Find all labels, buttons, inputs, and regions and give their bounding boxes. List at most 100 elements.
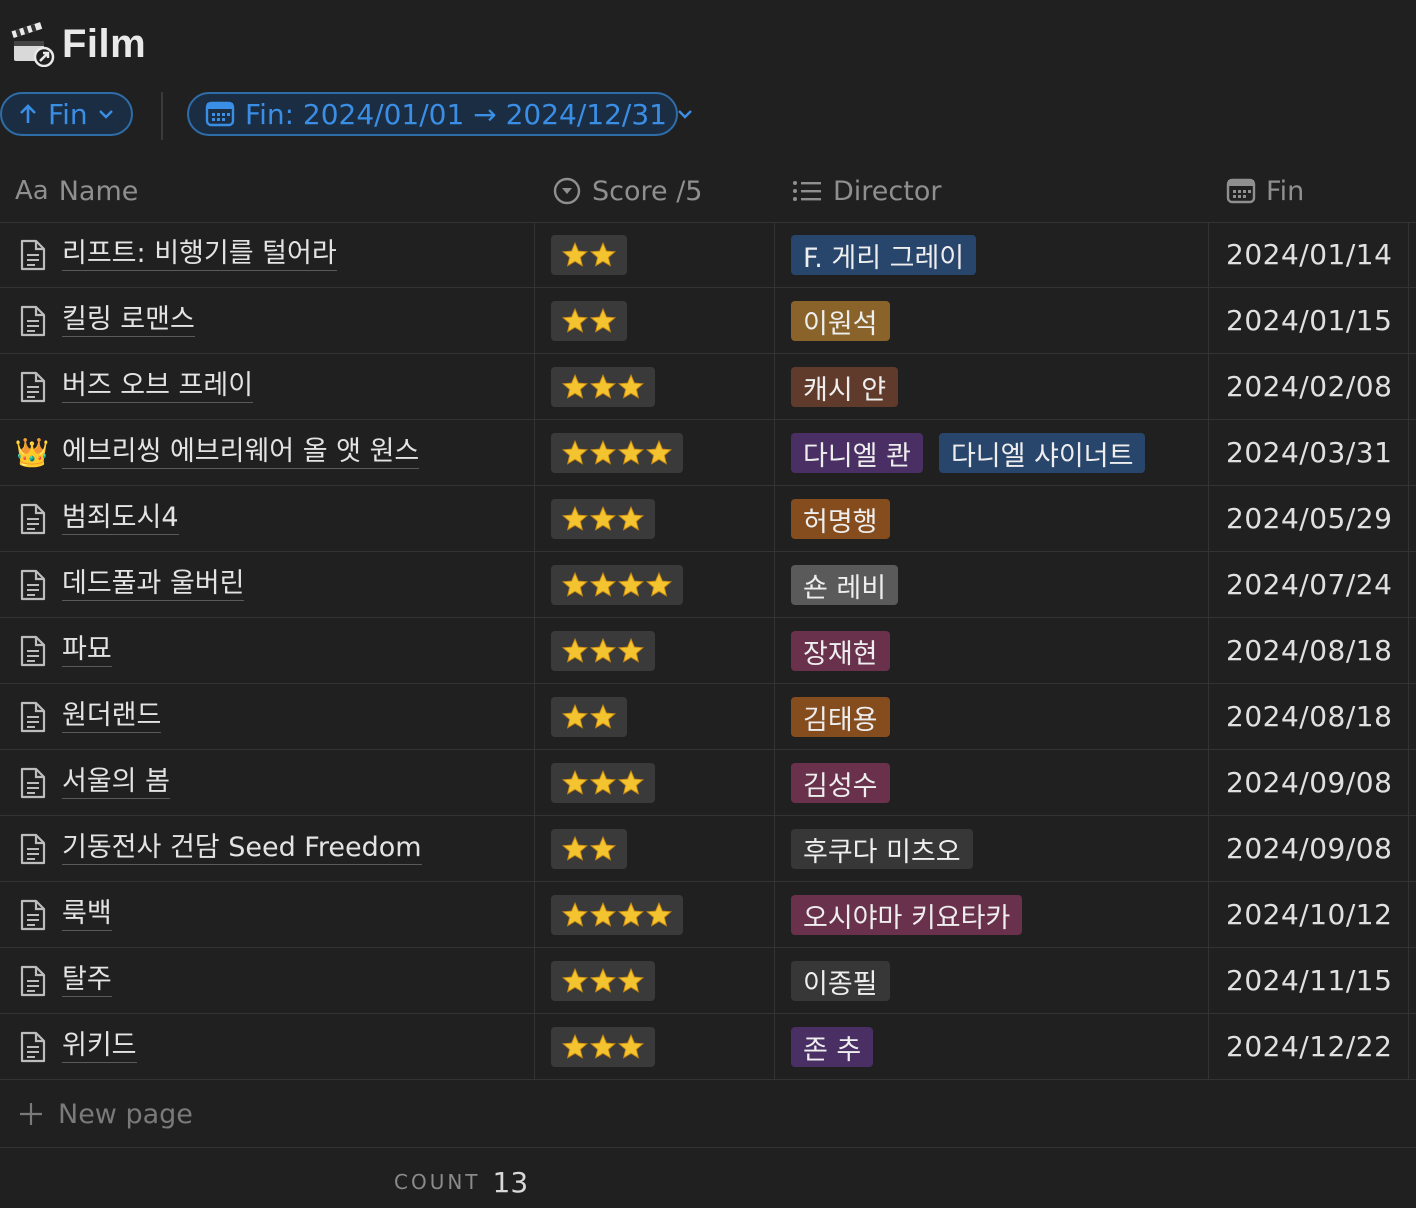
director-tag[interactable]: F. 게리 그레이 — [791, 235, 977, 275]
table-row[interactable]: 파묘 장재현 2024/08/18 — [0, 618, 1416, 684]
director-cell[interactable]: 허명행 — [791, 499, 890, 539]
director-tag[interactable]: 이종필 — [791, 961, 890, 1001]
director-cell[interactable]: 오시야마 키요타카 — [791, 895, 1023, 935]
row-title[interactable]: 파묘 — [62, 634, 112, 667]
score-badge[interactable] — [551, 631, 655, 671]
table-row[interactable]: 원더랜드 김태용 2024/08/18 — [0, 684, 1416, 750]
director-tag[interactable]: 오시야마 키요타카 — [791, 895, 1023, 935]
row-title[interactable]: 위키드 — [62, 1030, 137, 1063]
table-row[interactable]: 👑 에브리씽 에브리웨어 올 앳 원스 다니엘 콴 다니엘 샤이너트 2024/03/3… — [0, 420, 1416, 486]
table-row[interactable]: 범죄도시4 허명행 2024/05/29 — [0, 486, 1416, 552]
fin-date[interactable]: 2024/12/22 — [1226, 1014, 1392, 1079]
score-badge[interactable] — [551, 565, 683, 605]
director-cell[interactable]: 김태용 — [791, 697, 890, 737]
director-tag[interactable]: 김성수 — [791, 763, 890, 803]
fin-date[interactable]: 2024/01/15 — [1226, 288, 1392, 353]
filter-chip[interactable]: Fin: 2024/01/01 → 2024/12/31 — [187, 92, 692, 136]
name-cell[interactable]: 원더랜드 — [16, 684, 162, 749]
director-tag[interactable]: 다니엘 샤이너트 — [938, 433, 1146, 473]
director-tag[interactable]: 김태용 — [791, 697, 890, 737]
column-header-score[interactable]: Score /5 — [552, 160, 702, 222]
score-badge[interactable] — [551, 961, 655, 1001]
row-title[interactable]: 룩백 — [62, 898, 112, 931]
table-row[interactable]: 리프트: 비행기를 털어라 F. 게리 그레이 2024/01/14 — [0, 222, 1416, 288]
director-cell[interactable]: F. 게리 그레이 — [791, 235, 977, 275]
score-badge[interactable] — [551, 763, 655, 803]
new-page-button[interactable]: New page — [18, 1090, 193, 1138]
score-badge[interactable] — [551, 829, 627, 869]
row-title[interactable]: 범죄도시4 — [62, 502, 179, 535]
director-tag[interactable]: 다니엘 콴 — [791, 433, 923, 473]
director-cell[interactable]: 캐시 얀 — [791, 367, 899, 407]
row-title[interactable]: 킬링 로맨스 — [62, 304, 195, 337]
score-badge[interactable] — [551, 499, 655, 539]
score-badge[interactable] — [551, 433, 683, 473]
name-cell[interactable]: 👑 에브리씽 에브리웨어 올 앳 원스 — [15, 420, 420, 485]
fin-date[interactable]: 2024/09/08 — [1226, 816, 1392, 881]
score-badge[interactable] — [551, 697, 627, 737]
row-title[interactable]: 기동전사 건담 Seed Freedom — [62, 832, 422, 865]
director-cell[interactable]: 이종필 — [791, 961, 890, 1001]
director-cell[interactable]: 후쿠다 미츠오 — [791, 829, 973, 869]
table-row[interactable]: 서울의 봄 김성수 2024/09/08 — [0, 750, 1416, 816]
director-tag[interactable]: 캐시 얀 — [791, 367, 899, 407]
score-badge[interactable] — [551, 1027, 655, 1067]
name-cell[interactable]: 킬링 로맨스 — [16, 288, 195, 353]
column-header-fin[interactable]: Fin — [1226, 160, 1304, 222]
row-title[interactable]: 리프트: 비행기를 털어라 — [62, 238, 337, 271]
table-row[interactable]: 탈주 이종필 2024/11/15 — [0, 948, 1416, 1014]
name-cell[interactable]: 서울의 봄 — [16, 750, 170, 815]
row-title[interactable]: 원더랜드 — [62, 700, 162, 733]
name-cell[interactable]: 위키드 — [16, 1014, 137, 1079]
score-badge[interactable] — [551, 367, 655, 407]
count-summary[interactable]: COUNT 13 — [394, 1160, 528, 1204]
director-cell[interactable]: 장재현 — [791, 631, 890, 671]
table-row[interactable]: 데드풀과 울버린 숀 레비 2024/07/24 — [0, 552, 1416, 618]
row-title[interactable]: 데드풀과 울버린 — [62, 568, 245, 601]
fin-date[interactable]: 2024/11/15 — [1226, 948, 1392, 1013]
table-row[interactable]: 킬링 로맨스 이원석 2024/01/15 — [0, 288, 1416, 354]
director-cell[interactable]: 이원석 — [791, 301, 890, 341]
table-row[interactable]: 기동전사 건담 Seed Freedom 후쿠다 미츠오 2024/09/08 — [0, 816, 1416, 882]
name-cell[interactable]: 데드풀과 울버린 — [16, 552, 245, 617]
director-tag[interactable]: 후쿠다 미츠오 — [791, 829, 973, 869]
column-header-name[interactable]: Aa Name — [15, 160, 138, 222]
director-cell[interactable]: 존 추 — [791, 1027, 874, 1067]
score-badge[interactable] — [551, 235, 627, 275]
row-title[interactable]: 탈주 — [62, 964, 112, 997]
sort-chip[interactable]: Fin — [0, 92, 133, 136]
row-title[interactable]: 서울의 봄 — [62, 766, 170, 799]
fin-date[interactable]: 2024/02/08 — [1226, 354, 1392, 419]
name-cell[interactable]: 파묘 — [16, 618, 112, 683]
director-tag[interactable]: 숀 레비 — [791, 565, 899, 605]
name-cell[interactable]: 리프트: 비행기를 털어라 — [16, 222, 337, 287]
fin-date[interactable]: 2024/09/08 — [1226, 750, 1392, 815]
fin-date[interactable]: 2024/03/31 — [1226, 420, 1392, 485]
table-row[interactable]: 룩백 오시야마 키요타카 2024/10/12 — [0, 882, 1416, 948]
fin-date[interactable]: 2024/08/18 — [1226, 618, 1392, 683]
column-header-director[interactable]: Director — [791, 160, 941, 222]
fin-date[interactable]: 2024/05/29 — [1226, 486, 1392, 551]
fin-date[interactable]: 2024/01/14 — [1226, 222, 1392, 287]
name-cell[interactable]: 탈주 — [16, 948, 112, 1013]
table-row[interactable]: 버즈 오브 프레이 캐시 얀 2024/02/08 — [0, 354, 1416, 420]
fin-date[interactable]: 2024/07/24 — [1226, 552, 1392, 617]
director-tag[interactable]: 장재현 — [791, 631, 890, 671]
name-cell[interactable]: 범죄도시4 — [16, 486, 179, 551]
score-badge[interactable] — [551, 895, 683, 935]
director-cell[interactable]: 숀 레비 — [791, 565, 899, 605]
name-cell[interactable]: 버즈 오브 프레이 — [16, 354, 254, 419]
fin-date[interactable]: 2024/08/18 — [1226, 684, 1392, 749]
row-title[interactable]: 버즈 오브 프레이 — [62, 370, 254, 403]
name-cell[interactable]: 기동전사 건담 Seed Freedom — [16, 816, 422, 881]
row-title[interactable]: 에브리씽 에브리웨어 올 앳 원스 — [62, 436, 420, 469]
name-cell[interactable]: 룩백 — [16, 882, 112, 947]
table-row[interactable]: 위키드 존 추 2024/12/22 — [0, 1014, 1416, 1080]
director-tag[interactable]: 이원석 — [791, 301, 890, 341]
fin-date[interactable]: 2024/10/12 — [1226, 882, 1392, 947]
director-tag[interactable]: 존 추 — [791, 1027, 874, 1067]
director-cell[interactable]: 김성수 — [791, 763, 890, 803]
director-cell[interactable]: 다니엘 콴 다니엘 샤이너트 — [791, 433, 1146, 473]
score-badge[interactable] — [551, 301, 627, 341]
director-tag[interactable]: 허명행 — [791, 499, 890, 539]
